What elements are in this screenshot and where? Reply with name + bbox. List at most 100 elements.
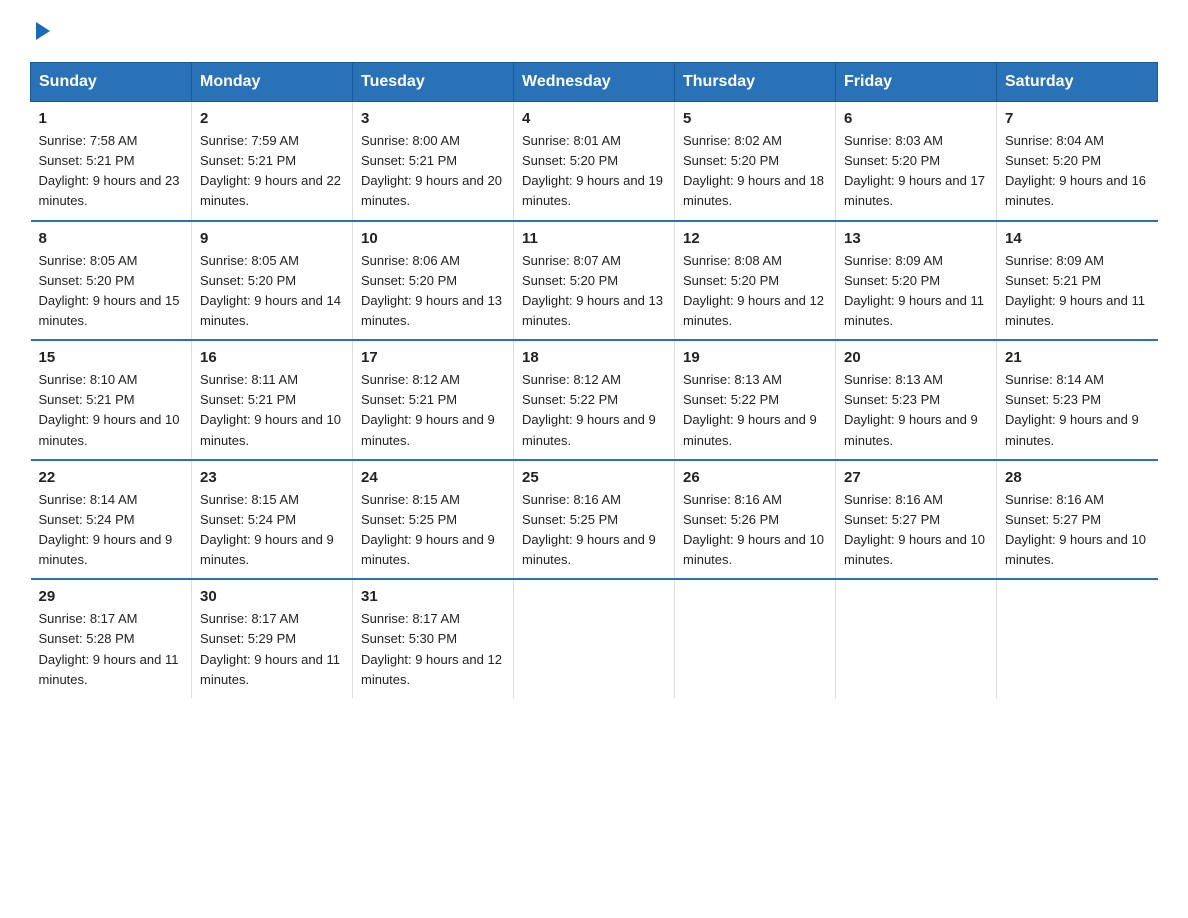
daylight-label: Daylight: — [1005, 173, 1056, 188]
daylight-label: Daylight: — [522, 532, 573, 547]
sunset-label: Sunset: — [844, 153, 888, 168]
sunset-label: Sunset: — [200, 392, 244, 407]
day-number: 14 — [1005, 230, 1150, 247]
day-number: 30 — [200, 588, 344, 605]
sunset-label: Sunset: — [361, 631, 405, 646]
day-number: 13 — [844, 230, 988, 247]
day-info: Sunrise: 8:16 AM Sunset: 5:26 PM Dayligh… — [683, 490, 827, 571]
day-info: Sunrise: 8:05 AM Sunset: 5:20 PM Dayligh… — [200, 251, 344, 332]
day-cell: 23 Sunrise: 8:15 AM Sunset: 5:24 PM Dayl… — [192, 460, 353, 580]
daylight-label: Daylight: — [683, 293, 734, 308]
sunrise-label: Sunrise: — [844, 492, 892, 507]
sunset-label: Sunset: — [39, 153, 83, 168]
sunset-label: Sunset: — [522, 392, 566, 407]
col-header-friday: Friday — [836, 63, 997, 102]
day-number: 26 — [683, 469, 827, 486]
sunrise-label: Sunrise: — [1005, 492, 1053, 507]
day-cell: 9 Sunrise: 8:05 AM Sunset: 5:20 PM Dayli… — [192, 221, 353, 341]
col-header-sunday: Sunday — [31, 63, 192, 102]
day-info: Sunrise: 8:17 AM Sunset: 5:30 PM Dayligh… — [361, 609, 505, 690]
col-header-tuesday: Tuesday — [353, 63, 514, 102]
day-info: Sunrise: 8:14 AM Sunset: 5:23 PM Dayligh… — [1005, 370, 1150, 451]
col-header-saturday: Saturday — [997, 63, 1158, 102]
day-cell: 20 Sunrise: 8:13 AM Sunset: 5:23 PM Dayl… — [836, 340, 997, 460]
sunrise-label: Sunrise: — [683, 492, 731, 507]
day-cell: 8 Sunrise: 8:05 AM Sunset: 5:20 PM Dayli… — [31, 221, 192, 341]
day-cell: 6 Sunrise: 8:03 AM Sunset: 5:20 PM Dayli… — [836, 102, 997, 221]
day-cell — [675, 579, 836, 698]
sunset-label: Sunset: — [522, 273, 566, 288]
day-number: 20 — [844, 349, 988, 366]
daylight-label: Daylight: — [522, 412, 573, 427]
day-info: Sunrise: 8:16 AM Sunset: 5:25 PM Dayligh… — [522, 490, 666, 571]
day-cell: 16 Sunrise: 8:11 AM Sunset: 5:21 PM Dayl… — [192, 340, 353, 460]
day-cell: 26 Sunrise: 8:16 AM Sunset: 5:26 PM Dayl… — [675, 460, 836, 580]
day-cell: 13 Sunrise: 8:09 AM Sunset: 5:20 PM Dayl… — [836, 221, 997, 341]
day-number: 12 — [683, 230, 827, 247]
day-number: 18 — [522, 349, 666, 366]
day-cell — [997, 579, 1158, 698]
day-number: 23 — [200, 469, 344, 486]
sunset-label: Sunset: — [39, 512, 83, 527]
day-cell: 31 Sunrise: 8:17 AM Sunset: 5:30 PM Dayl… — [353, 579, 514, 698]
col-header-thursday: Thursday — [675, 63, 836, 102]
day-cell: 2 Sunrise: 7:59 AM Sunset: 5:21 PM Dayli… — [192, 102, 353, 221]
sunset-label: Sunset: — [361, 153, 405, 168]
daylight-label: Daylight: — [844, 173, 895, 188]
sunrise-label: Sunrise: — [200, 372, 248, 387]
week-row-3: 15 Sunrise: 8:10 AM Sunset: 5:21 PM Dayl… — [31, 340, 1158, 460]
day-cell: 21 Sunrise: 8:14 AM Sunset: 5:23 PM Dayl… — [997, 340, 1158, 460]
sunset-label: Sunset: — [200, 631, 244, 646]
day-info: Sunrise: 8:01 AM Sunset: 5:20 PM Dayligh… — [522, 131, 666, 212]
day-info: Sunrise: 7:58 AM Sunset: 5:21 PM Dayligh… — [39, 131, 184, 212]
sunrise-label: Sunrise: — [1005, 133, 1053, 148]
daylight-label: Daylight: — [361, 173, 412, 188]
day-number: 15 — [39, 349, 184, 366]
sunset-label: Sunset: — [844, 512, 888, 527]
day-cell: 22 Sunrise: 8:14 AM Sunset: 5:24 PM Dayl… — [31, 460, 192, 580]
sunrise-label: Sunrise: — [683, 372, 731, 387]
day-number: 3 — [361, 110, 505, 127]
daylight-label: Daylight: — [361, 412, 412, 427]
logo-general-text — [30, 20, 54, 42]
sunrise-label: Sunrise: — [522, 133, 570, 148]
day-number: 24 — [361, 469, 505, 486]
day-cell: 30 Sunrise: 8:17 AM Sunset: 5:29 PM Dayl… — [192, 579, 353, 698]
sunrise-label: Sunrise: — [200, 133, 248, 148]
daylight-label: Daylight: — [522, 173, 573, 188]
day-info: Sunrise: 8:11 AM Sunset: 5:21 PM Dayligh… — [200, 370, 344, 451]
day-info: Sunrise: 8:10 AM Sunset: 5:21 PM Dayligh… — [39, 370, 184, 451]
daylight-label: Daylight: — [1005, 532, 1056, 547]
day-number: 16 — [200, 349, 344, 366]
daylight-label: Daylight: — [1005, 412, 1056, 427]
day-number: 6 — [844, 110, 988, 127]
day-info: Sunrise: 8:12 AM Sunset: 5:21 PM Dayligh… — [361, 370, 505, 451]
sunset-label: Sunset: — [844, 273, 888, 288]
day-info: Sunrise: 8:06 AM Sunset: 5:20 PM Dayligh… — [361, 251, 505, 332]
sunset-label: Sunset: — [1005, 153, 1049, 168]
sunrise-label: Sunrise: — [39, 611, 87, 626]
day-number: 22 — [39, 469, 184, 486]
daylight-label: Daylight: — [200, 173, 251, 188]
col-header-wednesday: Wednesday — [514, 63, 675, 102]
daylight-label: Daylight: — [361, 532, 412, 547]
week-row-5: 29 Sunrise: 8:17 AM Sunset: 5:28 PM Dayl… — [31, 579, 1158, 698]
sunset-label: Sunset: — [522, 512, 566, 527]
sunset-label: Sunset: — [361, 273, 405, 288]
daylight-label: Daylight: — [200, 532, 251, 547]
day-info: Sunrise: 8:15 AM Sunset: 5:24 PM Dayligh… — [200, 490, 344, 571]
day-cell: 17 Sunrise: 8:12 AM Sunset: 5:21 PM Dayl… — [353, 340, 514, 460]
day-number: 4 — [522, 110, 666, 127]
sunset-label: Sunset: — [683, 392, 727, 407]
day-info: Sunrise: 8:15 AM Sunset: 5:25 PM Dayligh… — [361, 490, 505, 571]
sunrise-label: Sunrise: — [200, 492, 248, 507]
day-info: Sunrise: 8:09 AM Sunset: 5:20 PM Dayligh… — [844, 251, 988, 332]
day-cell: 4 Sunrise: 8:01 AM Sunset: 5:20 PM Dayli… — [514, 102, 675, 221]
sunrise-label: Sunrise: — [361, 253, 409, 268]
day-cell: 12 Sunrise: 8:08 AM Sunset: 5:20 PM Dayl… — [675, 221, 836, 341]
day-number: 25 — [522, 469, 666, 486]
day-info: Sunrise: 8:00 AM Sunset: 5:21 PM Dayligh… — [361, 131, 505, 212]
day-cell: 3 Sunrise: 8:00 AM Sunset: 5:21 PM Dayli… — [353, 102, 514, 221]
day-info: Sunrise: 8:02 AM Sunset: 5:20 PM Dayligh… — [683, 131, 827, 212]
sunset-label: Sunset: — [39, 392, 83, 407]
